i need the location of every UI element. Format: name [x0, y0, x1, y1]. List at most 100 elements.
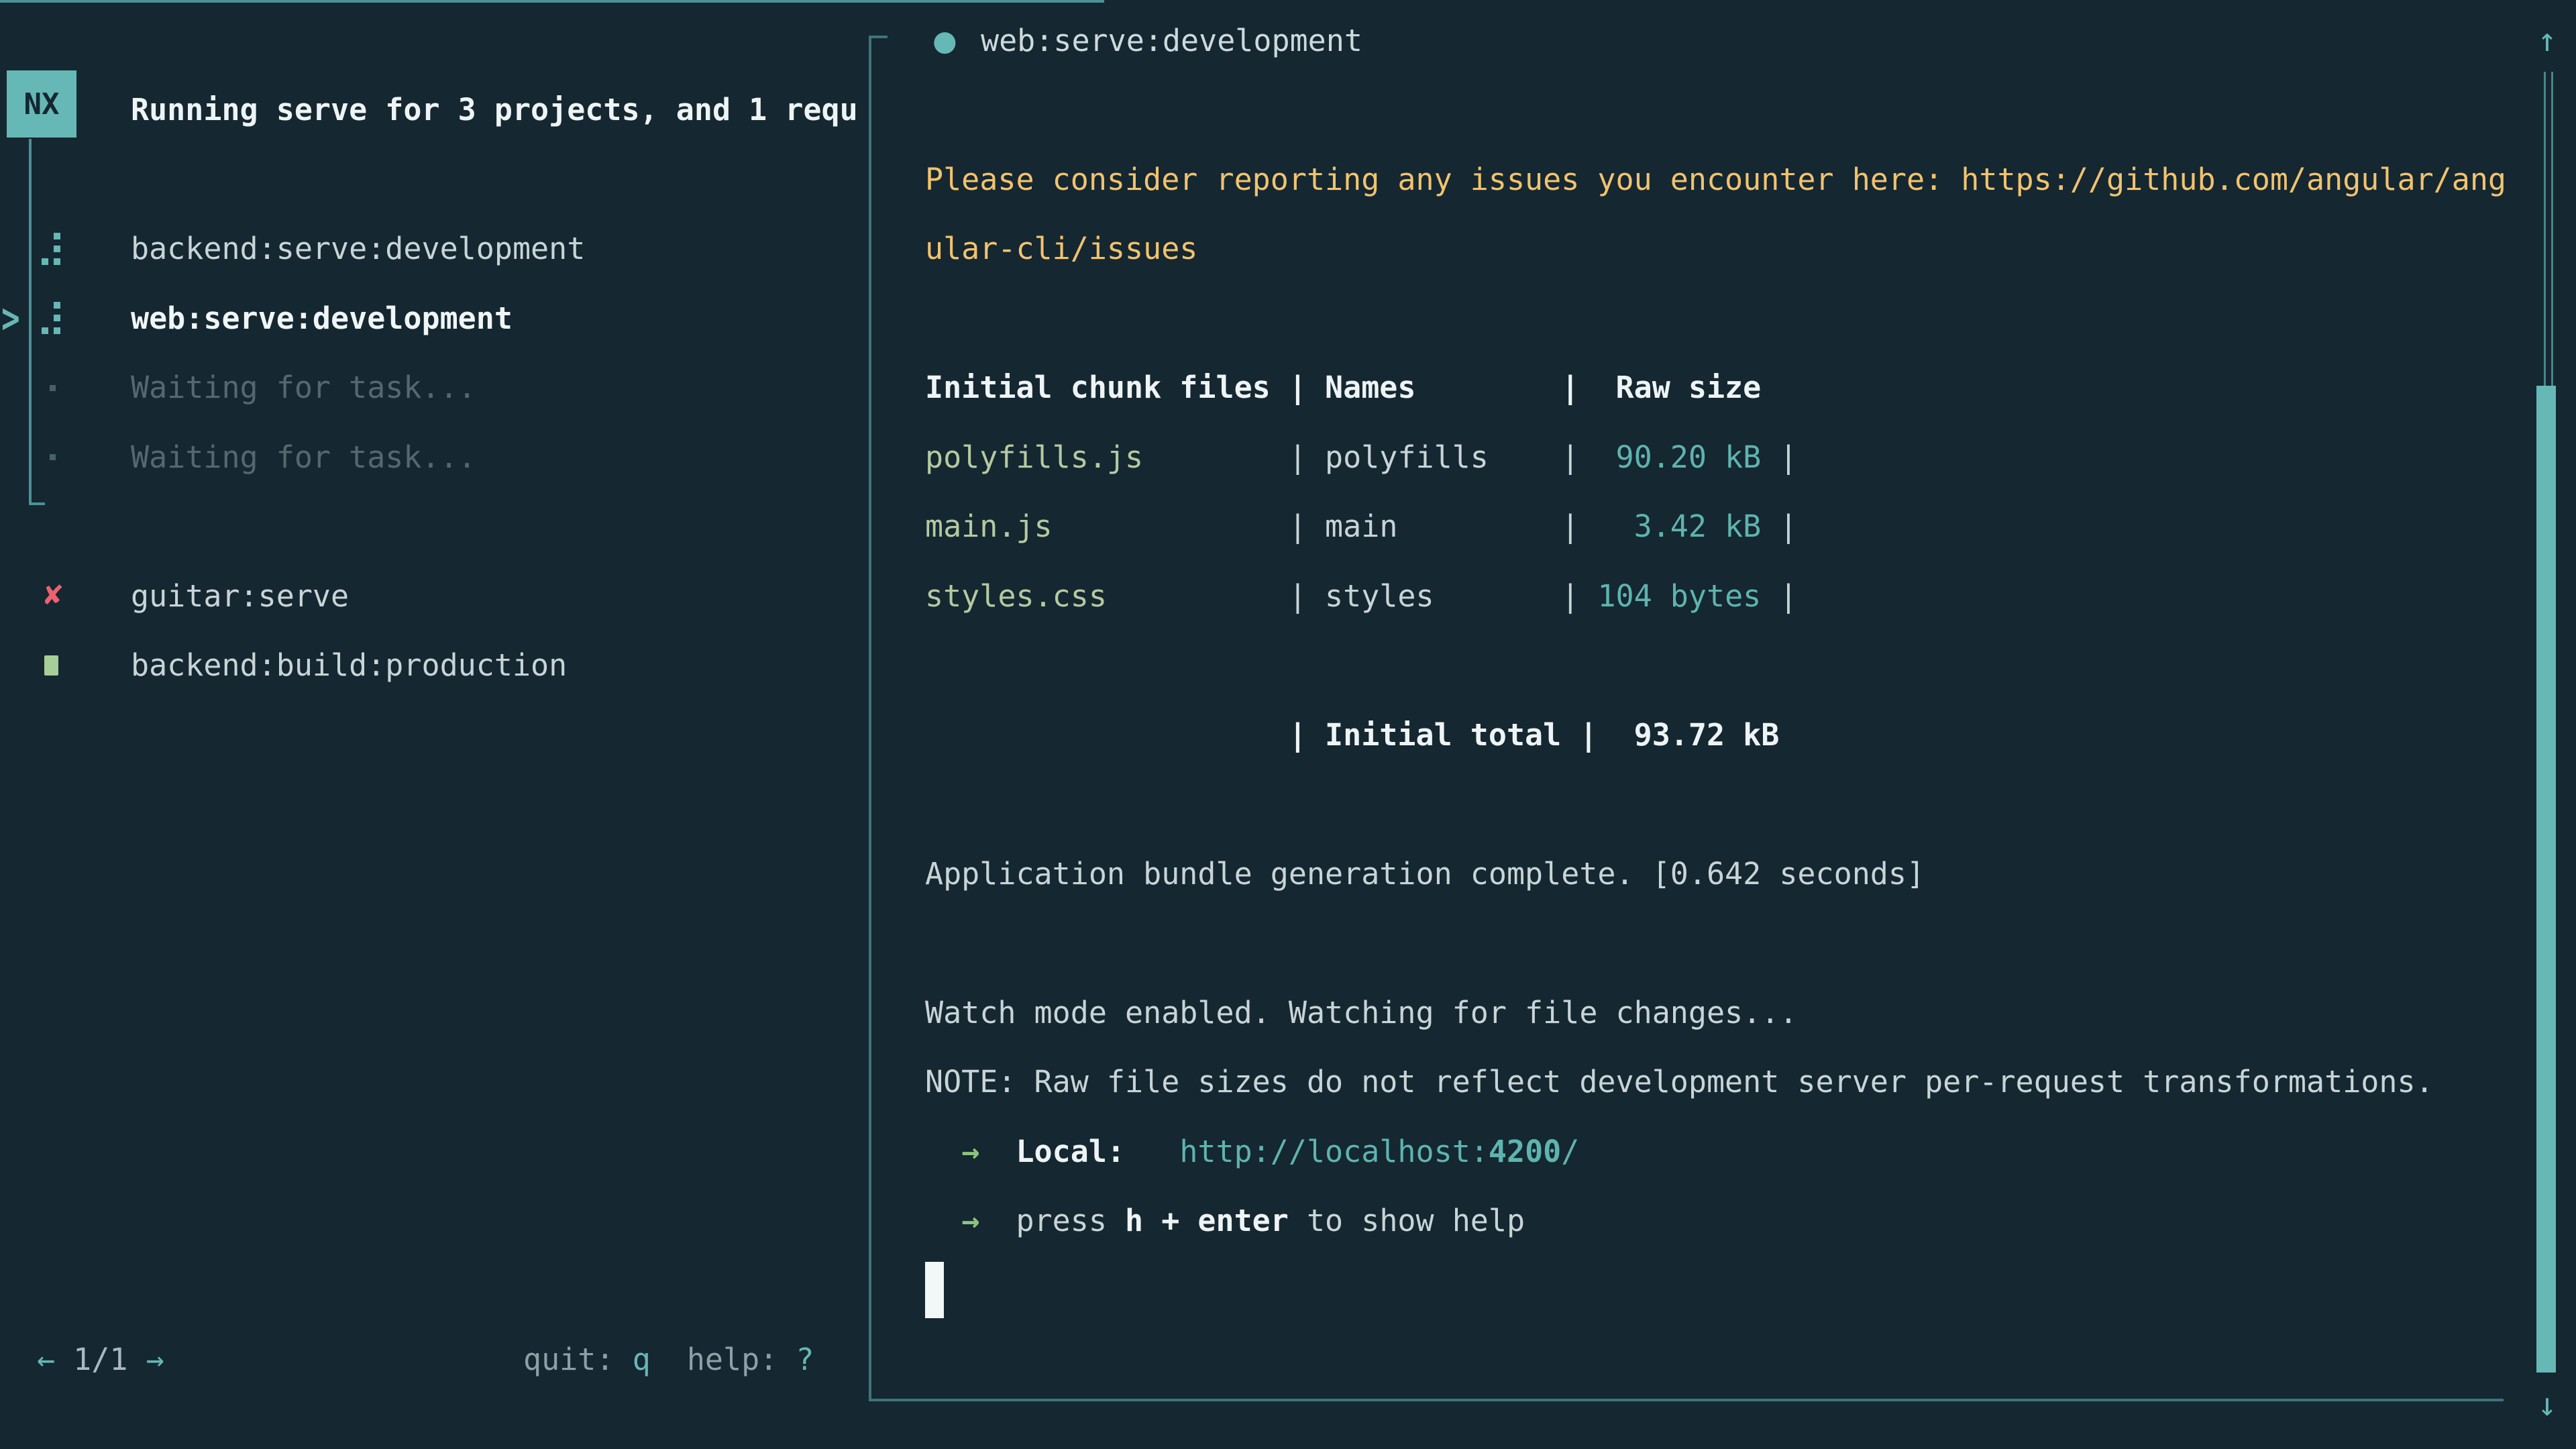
nx-tui-screen: NX Running serve for 3 projects, and 1 r… — [0, 0, 2576, 1449]
failed-cross-icon: ✘ — [42, 561, 74, 631]
local-url[interactable]: / — [1561, 1134, 1579, 1169]
terminal-line: → Local: http://localhost:4200/ — [925, 1116, 1579, 1186]
app-title: Running serve for 3 projects, and 1 requ — [131, 74, 858, 144]
task-item[interactable]: >web:serve:development — [0, 283, 869, 353]
terminal-text: to show help — [1289, 1203, 1525, 1238]
terminal-line: ular-cli/issues — [925, 214, 1197, 284]
spinner-dot — [54, 315, 60, 321]
task-label: backend:build:production — [131, 631, 567, 700]
terminal-text: polyfills.js — [925, 439, 1143, 475]
success-square-icon — [42, 631, 74, 700]
terminal-text: ular-cli/issues — [925, 231, 1197, 266]
terminal-text: | Initial total | 93.72 kB — [925, 717, 1779, 753]
terminal-text: NOTE: Raw file sizes do not reflect deve… — [925, 1064, 2434, 1099]
waiting-dot — [50, 454, 56, 460]
terminal-text: | — [1761, 508, 1797, 544]
spinner-dot — [54, 302, 60, 309]
waiting-dot — [50, 385, 56, 391]
quit-label: quit: — [523, 1342, 633, 1377]
terminal-text: Watch mode enabled. Watching for file ch… — [925, 995, 1797, 1030]
terminal-text: | main | — [1053, 508, 1598, 544]
terminal-output: Please consider reporting any issues you… — [925, 0, 2562, 1399]
terminal-text: | polyfills | — [1143, 439, 1597, 475]
panel-border-left — [869, 36, 871, 1401]
spinner-dot — [54, 246, 60, 252]
terminal-line: → press h + enter to show help — [925, 1186, 1525, 1256]
terminal-cursor — [925, 1262, 944, 1318]
task-item[interactable]: ✘ guitar:serve — [0, 561, 869, 631]
task-tree-corner — [29, 502, 45, 505]
terminal-text: h + enter — [1125, 1203, 1289, 1238]
pager-right-arrow-icon[interactable]: → — [146, 1342, 164, 1377]
scroll-down-arrow-icon[interactable]: ↓ — [2526, 1370, 2568, 1440]
task-label: guitar:serve — [131, 561, 349, 631]
help-key: ? — [796, 1342, 814, 1377]
terminal-text: 3.42 kB — [1597, 508, 1761, 544]
task-item[interactable]: Waiting for task... — [0, 353, 869, 423]
terminal-line — [925, 1255, 944, 1325]
terminal-text: main.js — [925, 508, 1053, 544]
arrow-icon: → — [961, 1203, 979, 1238]
terminal-line: polyfills.js | polyfills | 90.20 kB | — [925, 422, 1797, 492]
waiting-dot-icon — [42, 353, 74, 423]
arrow-icon: → — [961, 1134, 979, 1169]
pager: ← 1/1 → — [37, 1324, 164, 1394]
spinner-dot — [54, 327, 60, 334]
terminal-text: Application bundle generation complete. … — [925, 856, 1925, 892]
local-url[interactable]: http://localhost: — [1179, 1134, 1489, 1169]
terminal-line: Application bundle generation complete. … — [925, 839, 1925, 908]
task-label: Waiting for task... — [131, 422, 476, 492]
scrollbar-track[interactable] — [2544, 72, 2553, 386]
terminal-text: 90.20 kB — [1597, 439, 1761, 475]
task-item[interactable]: backend:build:production — [0, 631, 869, 700]
terminal-text: | styles | — [1107, 578, 1598, 614]
help-spacer — [651, 1342, 687, 1377]
terminal-text: 104 bytes — [1597, 578, 1761, 614]
local-url[interactable]: 4200 — [1489, 1134, 1561, 1169]
terminal-line: Please consider reporting any issues you… — [925, 144, 2506, 214]
terminal-line: Watch mode enabled. Watching for file ch… — [925, 977, 1797, 1047]
waiting-dot-icon — [42, 422, 74, 492]
quit-key: q — [633, 1342, 651, 1377]
terminal-line: NOTE: Raw file sizes do not reflect deve… — [925, 1047, 2434, 1117]
terminal-text — [1125, 1134, 1179, 1169]
spinner-dot — [54, 233, 60, 239]
panel-border-top-stub — [869, 36, 888, 38]
scroll-up-arrow-icon[interactable]: ↑ — [2526, 5, 2568, 75]
selected-chevron-icon: > — [1, 271, 28, 365]
nx-logo-badge: NX — [7, 70, 76, 138]
terminal-line: styles.css | styles | 104 bytes | — [925, 561, 1797, 631]
task-label: Waiting for task... — [131, 353, 476, 423]
terminal-text — [979, 1134, 1016, 1169]
terminal-line: Initial chunk files | Names | Raw size — [925, 353, 1761, 423]
terminal-line: | Initial total | 93.72 kB — [925, 700, 1779, 769]
terminal-text: press — [1016, 1203, 1125, 1238]
spinner-dot — [42, 327, 48, 334]
task-item[interactable]: backend:serve:development — [0, 214, 869, 284]
task-label: backend:serve:development — [131, 214, 585, 284]
pager-page-indicator: 1/1 — [55, 1342, 146, 1377]
terminal-text: Please consider reporting any issues you… — [925, 162, 2506, 197]
spinner-dot — [54, 258, 60, 265]
help-label: help: — [687, 1342, 796, 1377]
panel-border-bottom — [869, 1399, 2504, 1401]
spinner-icon — [42, 214, 74, 284]
terminal-text — [925, 1134, 961, 1169]
scrollbar-thumb[interactable] — [2536, 386, 2556, 1373]
success-square — [44, 655, 58, 676]
terminal-text: Local: — [1016, 1134, 1125, 1169]
terminal-text — [925, 1203, 961, 1238]
failed-cross: ✘ — [42, 561, 74, 631]
pager-left-arrow-icon[interactable]: ← — [37, 1342, 55, 1377]
terminal-text: styles.css — [925, 578, 1107, 614]
spinner-dot — [42, 258, 48, 265]
spinner-icon — [42, 283, 74, 353]
terminal-line: main.js | main | 3.42 kB | — [925, 492, 1797, 561]
sidebar: NX Running serve for 3 projects, and 1 r… — [0, 0, 869, 1449]
help-bar: quit: q help: ? — [523, 1324, 814, 1394]
terminal-text: | — [1761, 439, 1797, 475]
task-label: web:serve:development — [131, 283, 513, 353]
terminal-text — [979, 1203, 1016, 1238]
terminal-text: Initial chunk files | Names | Raw size — [925, 370, 1761, 405]
task-item[interactable]: Waiting for task... — [0, 422, 869, 492]
